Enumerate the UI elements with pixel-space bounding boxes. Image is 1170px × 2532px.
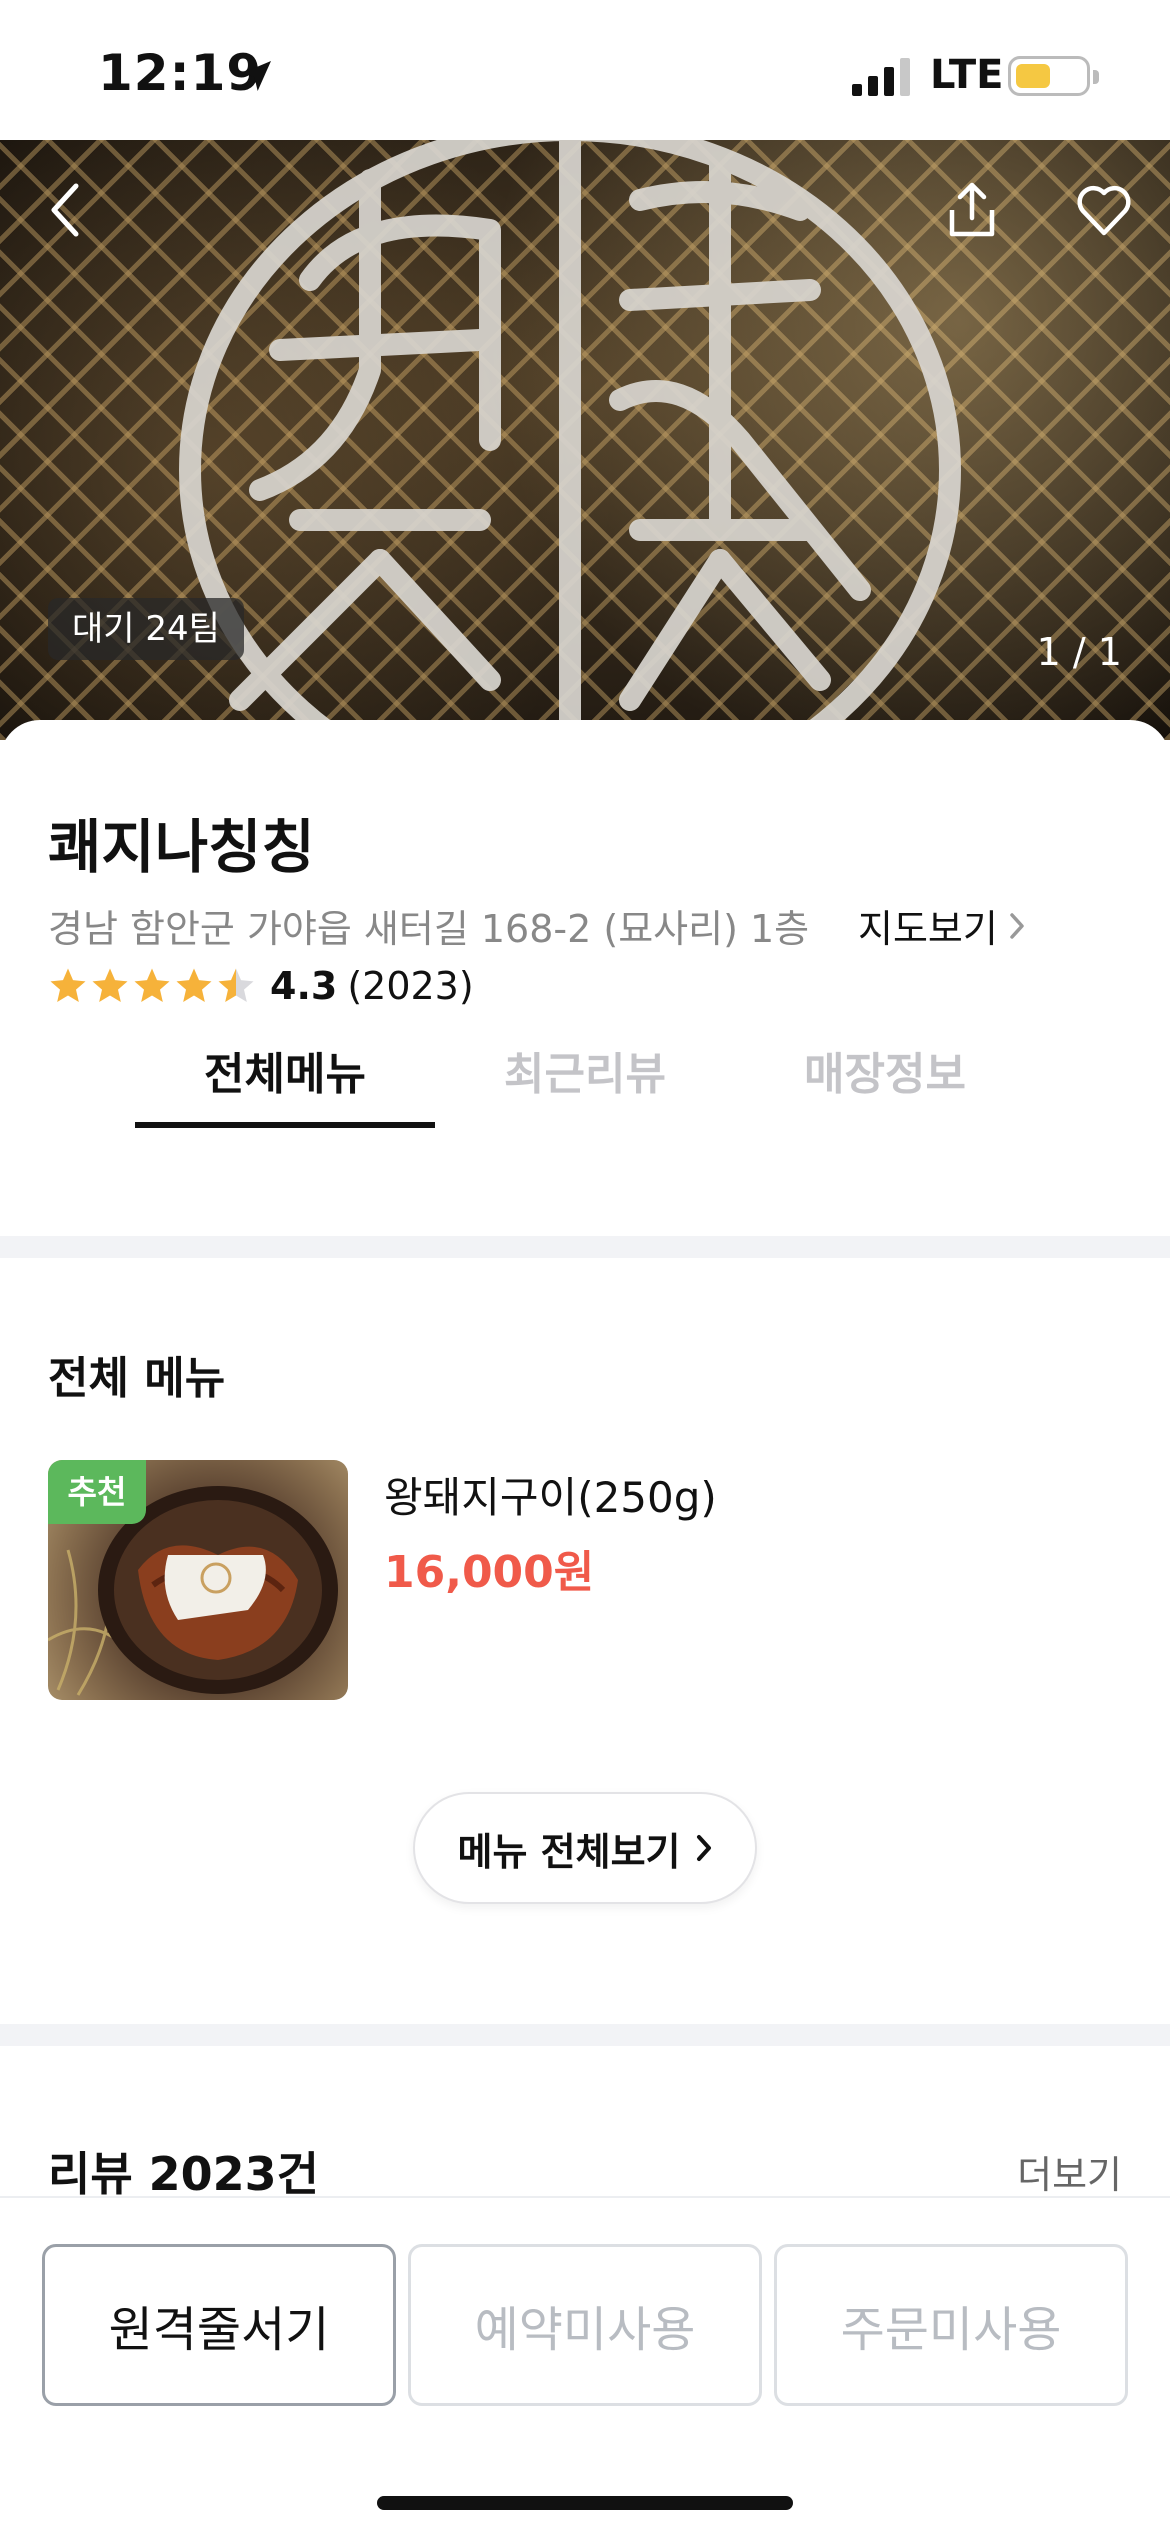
heart-icon (1077, 185, 1131, 236)
status-bar: 12:19 LTE (0, 0, 1170, 140)
map-link[interactable]: 지도보기 (858, 898, 1026, 953)
section-divider (0, 2024, 1170, 2046)
menu-item-photo: 추천 (48, 1460, 348, 1700)
store-address: 경남 함안군 가야읍 새터길 168-2 (묘사리) 1층 (48, 907, 810, 951)
signal-icon (852, 58, 910, 96)
photo-counter: 1 / 1 (1036, 630, 1122, 674)
recommend-badge: 추천 (48, 1460, 146, 1524)
star-icon (50, 968, 86, 1002)
remote-queue-button[interactable]: 원격줄서기 (42, 2244, 396, 2406)
wait-count-badge: 대기 24팀 (48, 598, 244, 660)
rating-score: 4.3 (270, 964, 338, 1008)
bottom-action-bar: 원격줄서기 예약미사용 주문미사용 (0, 2196, 1170, 2532)
menu-section-title: 전체 메뉴 (48, 1353, 226, 1404)
tab-recent-reviews[interactable]: 최근리뷰 (435, 1030, 735, 1140)
rating-stars (48, 966, 256, 1006)
active-tab-indicator (135, 1122, 435, 1128)
reservation-disabled-button[interactable]: 예약미사용 (408, 2244, 762, 2406)
menu-item-name: 왕돼지구이(250g) (384, 1473, 717, 1522)
network-label: LTE (930, 52, 1004, 98)
chevron-right-icon (1010, 912, 1024, 939)
back-button[interactable] (26, 170, 106, 250)
review-more-link[interactable]: 더보기 (1017, 2144, 1122, 2199)
view-all-menu-label: 메뉴 전체보기 (457, 1829, 681, 1874)
order-disabled-button[interactable]: 주문미사용 (774, 2244, 1128, 2406)
section-divider (0, 1236, 1170, 1258)
store-hero-image[interactable]: 대기 24팀 1 / 1 (0, 140, 1170, 740)
share-button[interactable] (932, 170, 1012, 250)
view-all-menu-button[interactable]: 메뉴 전체보기 (413, 1792, 757, 1904)
rating-row: 4.3 (2023) (48, 964, 474, 1008)
favorite-button[interactable] (1064, 170, 1144, 250)
tab-store-info[interactable]: 매장정보 (735, 1030, 1035, 1140)
store-sign-graphic (179, 140, 961, 740)
star-icon (92, 968, 128, 1002)
menu-item[interactable]: 추천 왕돼지구이(250g) 16,000원 (48, 1460, 1122, 1700)
location-arrow-icon (241, 61, 271, 91)
store-tabs: 전체메뉴 최근리뷰 매장정보 (0, 1030, 1170, 1140)
review-section-title: 리뷰 2023건 (48, 2147, 320, 2201)
star-icon (134, 968, 170, 1002)
rating-count: (2023) (347, 964, 474, 1008)
star-icon (176, 968, 212, 1002)
chevron-right-icon (696, 1835, 711, 1861)
map-link-label: 지도보기 (858, 907, 998, 951)
home-indicator[interactable] (377, 2496, 793, 2510)
back-icon (51, 183, 79, 237)
star-half-icon (218, 968, 254, 1002)
battery-icon (1008, 56, 1099, 96)
menu-item-price: 16,000원 (384, 1547, 595, 1598)
share-icon (949, 182, 995, 237)
store-name: 쾌지나칭칭 (48, 813, 315, 881)
